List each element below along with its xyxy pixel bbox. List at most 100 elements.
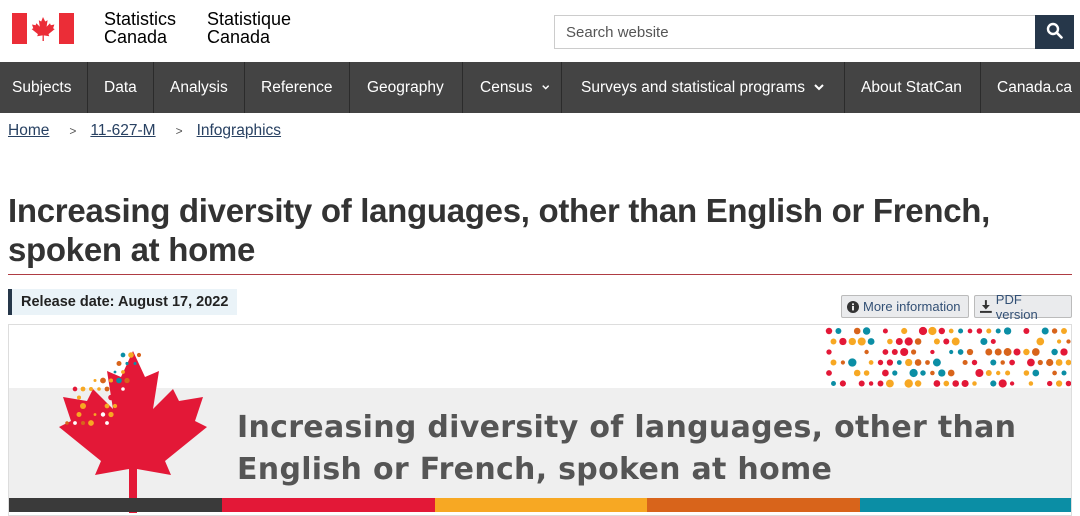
- decor-dot: [900, 347, 909, 357]
- decor-dot: [996, 370, 1001, 376]
- leaf-dot: [69, 413, 73, 416]
- leaf-dot: [108, 378, 114, 383]
- chevron-down-icon: [814, 84, 824, 91]
- nav-item-subjects[interactable]: Subjects: [0, 62, 88, 113]
- decor-dot: [948, 328, 954, 334]
- pdf-version-button[interactable]: PDF version: [974, 292, 1072, 322]
- signature-en-line1: Statistics: [104, 9, 177, 29]
- decor-dot: [1037, 359, 1043, 366]
- nav-item-data[interactable]: Data: [88, 62, 154, 113]
- leaf-dot: [113, 370, 117, 374]
- decor-dot: [882, 328, 888, 334]
- canada-flag-icon[interactable]: [12, 13, 74, 44]
- decor-dot: [1023, 328, 1030, 334]
- nav-item-reference[interactable]: Reference: [245, 62, 350, 113]
- nav-item-census[interactable]: Census: [463, 62, 562, 113]
- decor-dot: [938, 327, 946, 335]
- dot-pattern-decoration: [825, 326, 1071, 388]
- decor-dot: [1003, 348, 1012, 356]
- decor-dot: [1060, 348, 1068, 356]
- leaf-dot: [116, 360, 122, 367]
- decor-dot: [914, 380, 922, 387]
- decor-dot: [826, 349, 832, 355]
- nav-label: Canada.ca: [997, 78, 1072, 96]
- leaf-dot: [108, 394, 114, 401]
- nav-item-analysis[interactable]: Analysis: [154, 62, 245, 113]
- decor-dot: [1031, 348, 1040, 356]
- nav-item-about-statcan[interactable]: About StatCan: [845, 62, 981, 113]
- decor-dot: [928, 326, 937, 336]
- leaf-dot-pattern: [65, 352, 142, 426]
- decor-dot: [932, 358, 941, 367]
- signature-english[interactable]: Statistics Canada: [104, 10, 176, 46]
- decor-dot: [839, 337, 847, 346]
- decor-dot: [920, 370, 926, 376]
- leaf-dot: [93, 413, 97, 416]
- decor-dot: [1009, 381, 1015, 386]
- decor-dot: [886, 359, 894, 366]
- decor-dot: [885, 379, 894, 388]
- leaf-dot: [100, 412, 106, 417]
- leaf-dot: [72, 386, 78, 392]
- decor-dot: [1027, 358, 1035, 367]
- search-input[interactable]: [554, 15, 1035, 49]
- decor-dot: [971, 359, 978, 366]
- decor-dot: [1046, 358, 1054, 367]
- banner-title-line2: English or French, spoken at home: [237, 452, 833, 487]
- breadcrumb-infographics[interactable]: Infographics: [197, 122, 281, 140]
- signature-french[interactable]: Statistique Canada: [207, 10, 291, 46]
- leaf-dot: [97, 387, 101, 391]
- decor-dot: [1028, 381, 1034, 386]
- decor-dot: [868, 381, 874, 386]
- leaf-dot: [76, 395, 82, 400]
- breadcrumb-home[interactable]: Home: [8, 122, 49, 140]
- decor-dot: [933, 380, 941, 387]
- decor-dot: [1041, 327, 1049, 335]
- leaf-dot: [84, 411, 90, 418]
- title-underline: [8, 274, 1072, 275]
- decor-dot: [853, 327, 861, 335]
- decor-dot: [1047, 380, 1053, 387]
- decor-dot: [863, 370, 870, 376]
- color-stripe: [860, 498, 1071, 512]
- decor-dot: [914, 338, 922, 345]
- decor-dot: [826, 370, 832, 376]
- decor-dot: [933, 338, 940, 345]
- decor-dot: [1055, 359, 1063, 366]
- decor-dot: [998, 379, 1007, 388]
- leaf-dot: [116, 377, 122, 384]
- nav-label: Geography: [367, 78, 444, 96]
- leaf-dot: [100, 377, 106, 384]
- decor-dot: [994, 348, 1002, 356]
- leaf-dot: [80, 386, 86, 392]
- nav-item-surveys[interactable]: Surveys and statistical programs: [562, 62, 845, 113]
- nav-label: Analysis: [170, 78, 228, 96]
- decor-dot: [848, 358, 857, 367]
- decor-dot: [990, 359, 997, 366]
- search-form: [554, 15, 1074, 49]
- nav-item-geography[interactable]: Geography: [350, 62, 463, 113]
- more-information-button[interactable]: More information: [841, 295, 969, 318]
- decor-dot: [891, 349, 898, 355]
- decor-dot: [868, 360, 874, 365]
- leaf-dot: [104, 386, 110, 392]
- decor-dot: [943, 338, 950, 345]
- search-button[interactable]: [1035, 15, 1074, 49]
- decor-dot: [980, 337, 988, 346]
- breadcrumb-series[interactable]: 11-627-M: [90, 122, 155, 140]
- decor-dot: [840, 360, 846, 365]
- breadcrumb: Home > 11-627-M > Infographics: [8, 122, 281, 140]
- decor-dot: [1003, 327, 1012, 335]
- decor-dot: [839, 380, 846, 387]
- decor-dot: [831, 381, 836, 386]
- decor-dot: [857, 337, 866, 346]
- decor-dot: [877, 380, 884, 387]
- decor-dot: [1052, 370, 1057, 376]
- decor-dot: [1009, 359, 1015, 366]
- decor-dot: [901, 327, 908, 335]
- banner-title: Increasing diversity of languages, other…: [237, 407, 1016, 491]
- leaf-dot: [133, 361, 137, 366]
- decor-dot: [882, 349, 889, 355]
- leaf-dot: [108, 411, 114, 418]
- nav-item-canada-ca[interactable]: Canada.ca: [981, 62, 1080, 113]
